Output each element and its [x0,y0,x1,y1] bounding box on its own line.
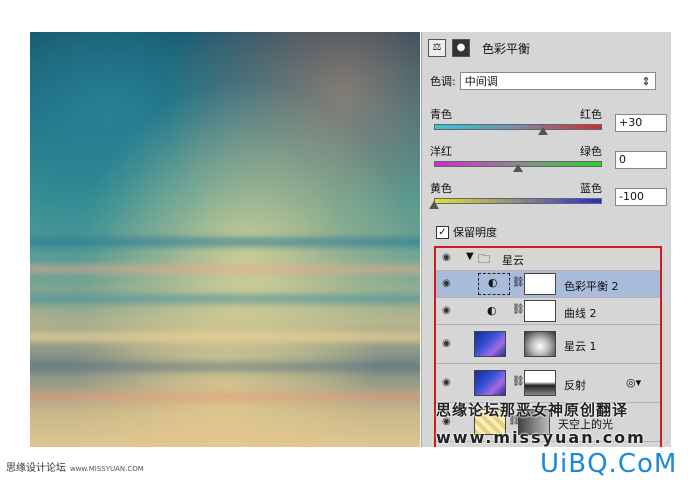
photo-streak [30,392,420,402]
slider-magenta-green[interactable]: 洋红 绿色 [430,143,602,173]
adjustment-icon: ◐ [488,276,498,289]
layer-effects-icon[interactable]: ◎▾ [626,376,641,389]
tone-label: 色调: [430,75,456,88]
nebula-photo [30,32,420,447]
slider-left-label: 青色 [430,108,452,121]
slider-cyan-red[interactable]: 青色 红色 [430,106,602,136]
eye-icon[interactable]: ◉ [442,278,451,289]
photo-streak [30,362,420,372]
layer-group-row[interactable]: ◉ ▼ 🗀 星云 [436,248,660,271]
balance-scale-icon[interactable]: ⚖ [428,39,446,57]
eye-icon[interactable]: ◉ [442,252,451,263]
layer-row[interactable]: ◉ ⛓ 反射 ◎▾ [436,364,660,403]
panel-title: 色彩平衡 [482,41,531,56]
adjustment-thumbnail[interactable]: ◐ [478,273,510,295]
tone-value: 中间调 [464,75,498,88]
folder-icon: 🗀 [478,252,491,266]
layer-thumbnail[interactable] [474,331,506,357]
color-balance-panel: ⚖ ● 色彩平衡 色调: 中间调 ⇕ 青色 红色 +30 洋红 绿色 0 黄色 … [421,32,671,447]
tone-row: 色调: 中间调 ⇕ [430,72,656,90]
mask-thumbnail[interactable] [524,273,556,295]
layer-row[interactable]: ◉ ◐ ⛓ 色彩平衡 2 [436,271,660,298]
layer-row[interactable]: ◉ 星云 1 [436,325,660,364]
layer-name: 曲线 2 [564,307,597,320]
panel-header: ⚖ ● 色彩平衡 [428,38,530,58]
preserve-label: 保留明度 [453,226,497,239]
tone-select[interactable]: 中间调 ⇕ [459,72,656,90]
photo-streak [30,332,420,342]
slider-right-label: 蓝色 [580,182,602,195]
footer-brand-logo: UiBQ.CoM [540,449,678,479]
slider-thumb[interactable] [429,201,439,209]
slider-left-label: 黄色 [430,182,452,195]
slider-thumb[interactable] [538,127,549,135]
footer-credit: 思缘设计论坛 www.MISSYUAN.COM [6,459,144,474]
mask-thumbnail[interactable] [524,331,556,357]
slider-yellow-blue[interactable]: 黄色 蓝色 [429,180,602,210]
checkbox-checked-icon[interactable]: ✓ [436,225,449,239]
footer-site-url: www.MISSYUAN.COM [70,465,144,473]
select-arrows-icon: ⇕ [641,74,651,88]
magenta-green-value[interactable]: 0 [615,151,667,169]
preserve-luminosity[interactable]: ✓ 保留明度 [436,224,497,240]
watermark-title: 思缘论坛那恶女神原创翻译 [436,401,629,419]
layer-name: 色彩平衡 2 [564,280,619,293]
photo-streak [30,294,420,304]
slider-right-label: 红色 [580,108,602,121]
layer-name: 星云 1 [564,340,597,353]
layer-name: 反射 [564,379,586,392]
eye-icon[interactable]: ◉ [442,377,451,388]
slider-thumb[interactable] [513,164,523,172]
slider-track[interactable] [434,124,602,130]
watermark-url: www.missyuan.com [436,428,646,447]
triangle-down-icon[interactable]: ▼ [466,251,474,262]
mask-icon[interactable]: ● [452,39,470,57]
slider-left-label: 洋红 [430,145,452,158]
slider-right-label: 绿色 [580,145,602,158]
footer-site-name: 思缘设计论坛 [6,463,66,474]
link-icon[interactable]: ⛓ [512,277,525,288]
link-icon[interactable]: ⛓ [512,304,525,315]
link-icon[interactable]: ⛓ [512,376,525,387]
yellow-blue-value[interactable]: -100 [615,188,667,206]
photo-streak [30,264,420,274]
layer-thumbnail[interactable] [474,370,506,396]
adjustment-icon: ◐ [487,304,497,317]
layer-row[interactable]: ◉ ◐ ⛓ 曲线 2 [436,298,660,325]
group-name: 星云 [502,254,524,267]
mask-thumbnail[interactable] [524,300,556,322]
cyan-red-value[interactable]: +30 [615,114,667,132]
slider-track[interactable] [434,198,602,204]
mask-thumbnail[interactable] [524,370,556,396]
eye-icon[interactable]: ◉ [442,305,451,316]
eye-icon[interactable]: ◉ [442,338,451,349]
photo-streak [30,237,420,247]
